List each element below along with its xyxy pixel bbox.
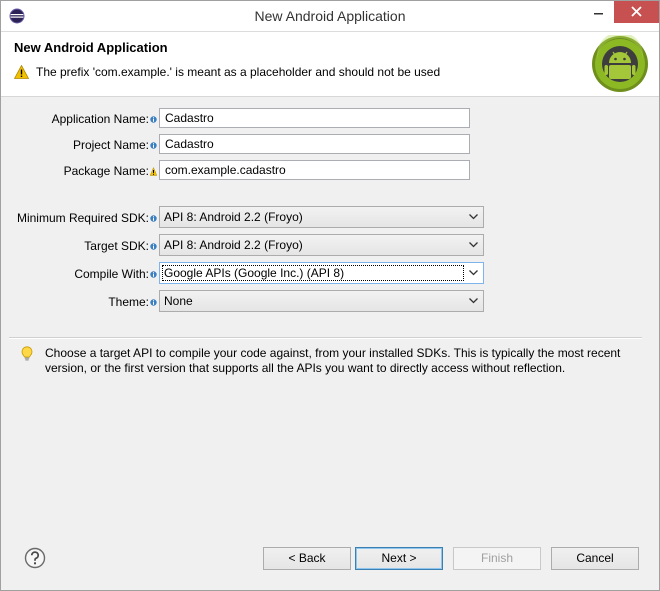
theme-label: Theme: — [108, 295, 149, 309]
close-button[interactable] — [614, 1, 659, 23]
page-title: New Android Application — [14, 40, 168, 55]
info-decoration-icon — [150, 139, 157, 149]
cancel-button[interactable]: Cancel — [551, 547, 639, 570]
compile-with-label: Compile With: — [74, 267, 149, 281]
chevron-down-icon — [469, 298, 478, 304]
chevron-down-icon — [469, 270, 478, 276]
lightbulb-icon — [21, 346, 33, 362]
window-title: New Android Application — [254, 8, 406, 24]
warning-decoration-icon — [149, 165, 158, 176]
minimize-button[interactable] — [584, 1, 614, 23]
target-sdk-label: Target SDK: — [84, 239, 149, 253]
info-decoration-icon — [150, 113, 157, 123]
next-button[interactable]: Next > — [355, 547, 443, 570]
minimum-sdk-label: Minimum Required SDK: — [16, 211, 149, 225]
tip-text: Choose a target API to compile your code… — [45, 346, 621, 375]
application-name-label: Application Name: — [51, 112, 149, 126]
finish-button[interactable]: Finish — [453, 547, 541, 570]
project-name-label: Project Name: — [72, 138, 149, 152]
new-android-application-window: New Android Application New Android Appl… — [0, 0, 660, 591]
android-logo-icon — [591, 32, 649, 93]
project-name-input[interactable]: Cadastro — [159, 134, 470, 154]
package-name-label: Package Name: — [63, 164, 149, 178]
compile-with-select[interactable]: Google APIs (Google Inc.) (API 8) — [159, 262, 484, 284]
minimum-sdk-select[interactable]: API 8: Android 2.2 (Froyo) — [159, 206, 484, 228]
package-name-input[interactable]: com.example.cadastro — [159, 160, 470, 180]
application-name-input[interactable]: Cadastro — [159, 108, 470, 128]
theme-value: None — [164, 294, 193, 308]
target-sdk-select[interactable]: API 8: Android 2.2 (Froyo) — [159, 234, 484, 256]
help-icon[interactable] — [24, 547, 46, 569]
warning-icon — [13, 64, 30, 79]
chevron-down-icon — [469, 242, 478, 248]
title-bar: New Android Application — [1, 1, 659, 32]
info-decoration-icon — [150, 212, 157, 222]
compile-with-value: Google APIs (Google Inc.) (API 8) — [164, 266, 345, 280]
info-decoration-icon — [150, 240, 157, 250]
target-sdk-value: API 8: Android 2.2 (Froyo) — [164, 238, 303, 252]
minimum-sdk-value: API 8: Android 2.2 (Froyo) — [164, 210, 303, 224]
chevron-down-icon — [469, 214, 478, 220]
wizard-header: New Android Application The prefix 'com.… — [1, 32, 659, 97]
info-decoration-icon — [150, 268, 157, 278]
divider — [9, 337, 642, 339]
back-button[interactable]: < Back — [263, 547, 351, 570]
warning-text: The prefix 'com.example.' is meant as a … — [36, 65, 441, 79]
info-decoration-icon — [150, 296, 157, 306]
theme-select[interactable]: None — [159, 290, 484, 312]
